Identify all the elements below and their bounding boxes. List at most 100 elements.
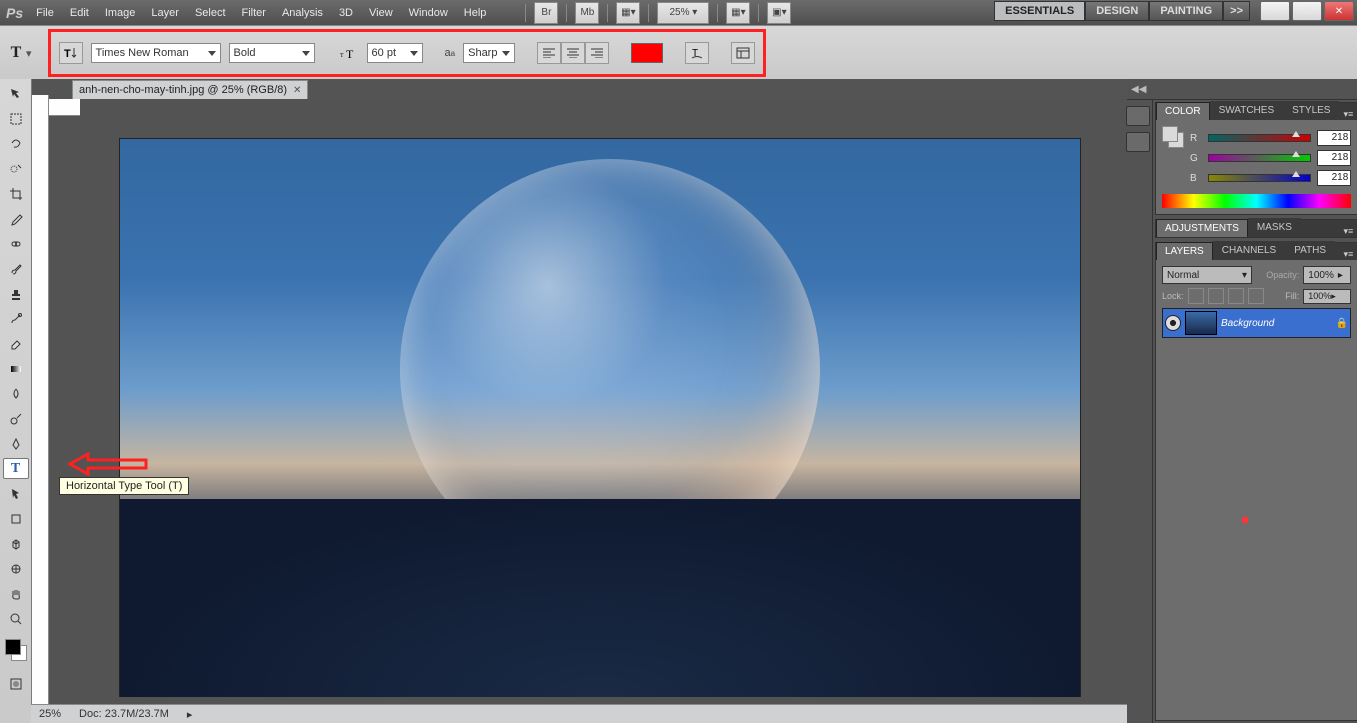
quick-mask-tool[interactable]: [3, 673, 29, 694]
collapsed-panel-icon-1[interactable]: [1126, 106, 1150, 126]
stamp-tool[interactable]: [3, 283, 29, 304]
workspace-design[interactable]: DESIGN: [1085, 1, 1149, 21]
adjust-panel-menu[interactable]: ▾≡: [1339, 226, 1357, 237]
close-button[interactable]: ✕: [1324, 1, 1354, 21]
menu-3d[interactable]: 3D: [336, 5, 356, 21]
tool-indicator-type: T: [6, 43, 26, 63]
lock-icon: 🔒: [1336, 318, 1348, 329]
color-fgbg-swatch[interactable]: [1162, 126, 1184, 148]
document-tab[interactable]: anh-nen-cho-may-tinh.jpg @ 25% (RGB/8) ✕: [72, 80, 308, 99]
status-zoom[interactable]: 25%: [39, 708, 61, 720]
layers-panel-menu[interactable]: ▾≡: [1339, 249, 1357, 260]
collapsed-panel-icon-2[interactable]: [1126, 132, 1150, 152]
layer-row-background[interactable]: Background 🔒: [1162, 308, 1351, 338]
menu-file[interactable]: File: [33, 5, 57, 21]
screen-mode-button[interactable]: ▣▾: [767, 2, 791, 24]
font-size-combo[interactable]: 60 pt: [367, 43, 423, 63]
color-panel-menu[interactable]: ▾≡: [1339, 109, 1357, 120]
history-brush-tool[interactable]: [3, 308, 29, 329]
minimize-button[interactable]: ─: [1260, 1, 1290, 21]
align-right-button[interactable]: [585, 42, 609, 64]
view-extras-button[interactable]: ▦▾: [616, 2, 640, 24]
zoom-tool[interactable]: [3, 608, 29, 629]
brush-tool[interactable]: [3, 258, 29, 279]
lock-position-button[interactable]: [1228, 288, 1244, 304]
close-tab-icon[interactable]: ✕: [293, 85, 301, 96]
menu-help[interactable]: Help: [461, 5, 490, 21]
align-center-button[interactable]: [561, 42, 585, 64]
visibility-icon[interactable]: [1165, 315, 1181, 331]
blend-mode-combo[interactable]: Normal▾: [1162, 266, 1252, 284]
gradient-tool[interactable]: [3, 358, 29, 379]
character-panel-button[interactable]: [731, 42, 755, 64]
menu-select[interactable]: Select: [192, 5, 229, 21]
menu-filter[interactable]: Filter: [239, 5, 269, 21]
font-family-combo[interactable]: Times New Roman: [91, 43, 221, 63]
anti-alias-combo[interactable]: Sharp: [463, 43, 515, 63]
eraser-tool[interactable]: [3, 333, 29, 354]
color-swatches-tool[interactable]: [5, 639, 27, 661]
document-tab-label: anh-nen-cho-may-tinh.jpg @ 25% (RGB/8): [79, 84, 287, 96]
healing-tool[interactable]: [3, 233, 29, 254]
tab-swatches[interactable]: SWATCHES: [1210, 101, 1284, 120]
type-tool[interactable]: T: [3, 458, 29, 479]
pen-tool[interactable]: [3, 433, 29, 454]
quick-select-tool[interactable]: [3, 158, 29, 179]
annotation-arrow: [64, 452, 148, 476]
svg-text:T: T: [64, 48, 71, 60]
maximize-button[interactable]: ☐: [1292, 1, 1322, 21]
tab-layers[interactable]: LAYERS: [1156, 242, 1213, 260]
lasso-tool[interactable]: [3, 133, 29, 154]
menu-edit[interactable]: Edit: [67, 5, 92, 21]
move-tool[interactable]: [3, 83, 29, 104]
tab-channels[interactable]: CHANNELS: [1213, 241, 1285, 260]
slider-b[interactable]: [1208, 174, 1311, 182]
blur-tool[interactable]: [3, 383, 29, 404]
crop-tool[interactable]: [3, 183, 29, 204]
zoom-combo[interactable]: 25% ▾: [657, 2, 709, 24]
workspace-more[interactable]: >>: [1223, 1, 1250, 21]
minibridge-button[interactable]: Mb: [575, 2, 599, 24]
value-b[interactable]: 218: [1317, 170, 1351, 186]
menu-view[interactable]: View: [366, 5, 396, 21]
3d-camera-tool[interactable]: [3, 558, 29, 579]
arrange-documents-button[interactable]: ▦▾: [726, 2, 750, 24]
color-spectrum[interactable]: [1162, 194, 1351, 208]
lock-all-button[interactable]: [1248, 288, 1264, 304]
text-orientation-button[interactable]: T: [59, 42, 83, 64]
status-doc: Doc: 23.7M/23.7M: [79, 708, 169, 720]
menu-layer[interactable]: Layer: [148, 5, 182, 21]
font-style-combo[interactable]: Bold: [229, 43, 315, 63]
status-arrow-icon[interactable]: ▸: [187, 708, 193, 721]
slider-g[interactable]: [1208, 154, 1311, 162]
opacity-field[interactable]: 100%▸: [1303, 266, 1351, 284]
text-color-swatch[interactable]: [631, 43, 663, 63]
menu-window[interactable]: Window: [406, 5, 451, 21]
workspace-painting[interactable]: PAINTING: [1149, 1, 1223, 21]
eyedropper-tool[interactable]: [3, 208, 29, 229]
tab-styles[interactable]: STYLES: [1283, 101, 1339, 120]
layer-name: Background: [1221, 318, 1274, 329]
slider-r[interactable]: [1208, 134, 1311, 142]
marquee-tool[interactable]: [3, 108, 29, 129]
hand-tool[interactable]: [3, 583, 29, 604]
3d-tool[interactable]: [3, 533, 29, 554]
bridge-button[interactable]: Br: [534, 2, 558, 24]
align-left-button[interactable]: [537, 42, 561, 64]
tab-paths[interactable]: PATHS: [1285, 241, 1335, 260]
tab-color[interactable]: COLOR: [1156, 102, 1210, 120]
warp-text-button[interactable]: T: [685, 42, 709, 64]
tab-masks[interactable]: MASKS: [1248, 218, 1301, 237]
dodge-tool[interactable]: [3, 408, 29, 429]
value-g[interactable]: 218: [1317, 150, 1351, 166]
menu-analysis[interactable]: Analysis: [279, 5, 326, 21]
shape-tool[interactable]: [3, 508, 29, 529]
fill-field[interactable]: 100%▸: [1303, 289, 1351, 304]
path-select-tool[interactable]: [3, 483, 29, 504]
value-r[interactable]: 218: [1317, 130, 1351, 146]
menu-image[interactable]: Image: [102, 5, 139, 21]
lock-pixels-button[interactable]: [1208, 288, 1224, 304]
workspace-essentials[interactable]: ESSENTIALS: [994, 1, 1085, 21]
tab-adjustments[interactable]: ADJUSTMENTS: [1156, 219, 1248, 237]
lock-transparent-button[interactable]: [1188, 288, 1204, 304]
